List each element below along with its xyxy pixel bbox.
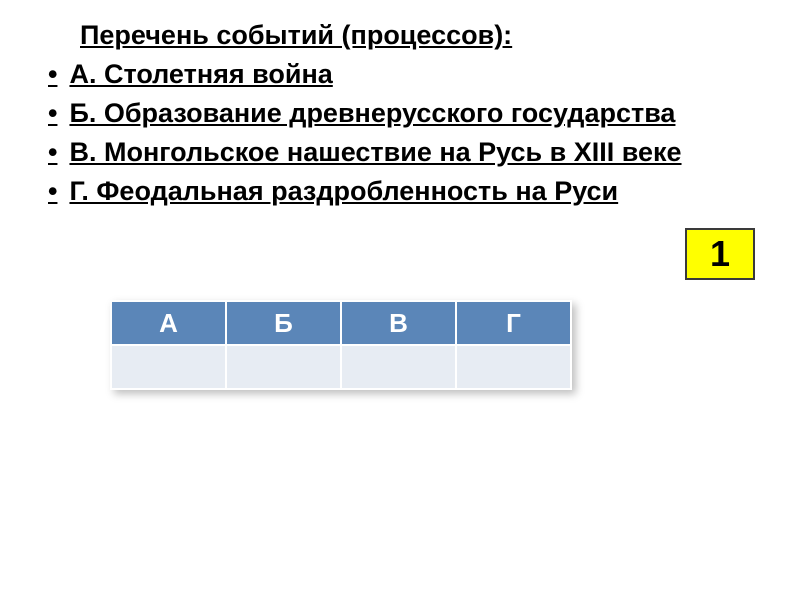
item-text: Г. Феодальная раздробленность на Руси: [69, 176, 740, 207]
table-cell-g[interactable]: [456, 345, 571, 389]
list-item-g: • Г. Феодальная раздробленность на Руси: [40, 176, 740, 207]
table-cell-a[interactable]: [111, 345, 226, 389]
table-header-g: Г: [456, 301, 571, 345]
bullet-icon: •: [48, 59, 57, 90]
table-cell-v[interactable]: [341, 345, 456, 389]
table-header-v: В: [341, 301, 456, 345]
table-row: [111, 345, 571, 389]
table-header-b: Б: [226, 301, 341, 345]
list-item-b: • Б. Образование древнерусского государс…: [40, 98, 740, 129]
bullet-icon: •: [48, 176, 57, 207]
content-area: Перечень событий (процессов): • А. Столе…: [0, 0, 800, 235]
bullet-icon: •: [48, 137, 57, 168]
table-header-a: А: [111, 301, 226, 345]
item-text: Б. Образование древнерусского государств…: [69, 98, 740, 129]
bullet-icon: •: [48, 98, 57, 129]
question-number-box: 1: [685, 228, 755, 280]
answer-table: А Б В Г: [110, 300, 572, 390]
table-cell-b[interactable]: [226, 345, 341, 389]
list-item-v: • В. Монгольское нашествие на Русь в XII…: [40, 137, 740, 168]
list-heading: Перечень событий (процессов):: [80, 20, 740, 51]
table-header-row: А Б В Г: [111, 301, 571, 345]
item-text: В. Монгольское нашествие на Русь в XIII …: [69, 137, 740, 168]
list-item-a: • А. Столетняя война: [40, 59, 740, 90]
item-text: А. Столетняя война: [69, 59, 740, 90]
